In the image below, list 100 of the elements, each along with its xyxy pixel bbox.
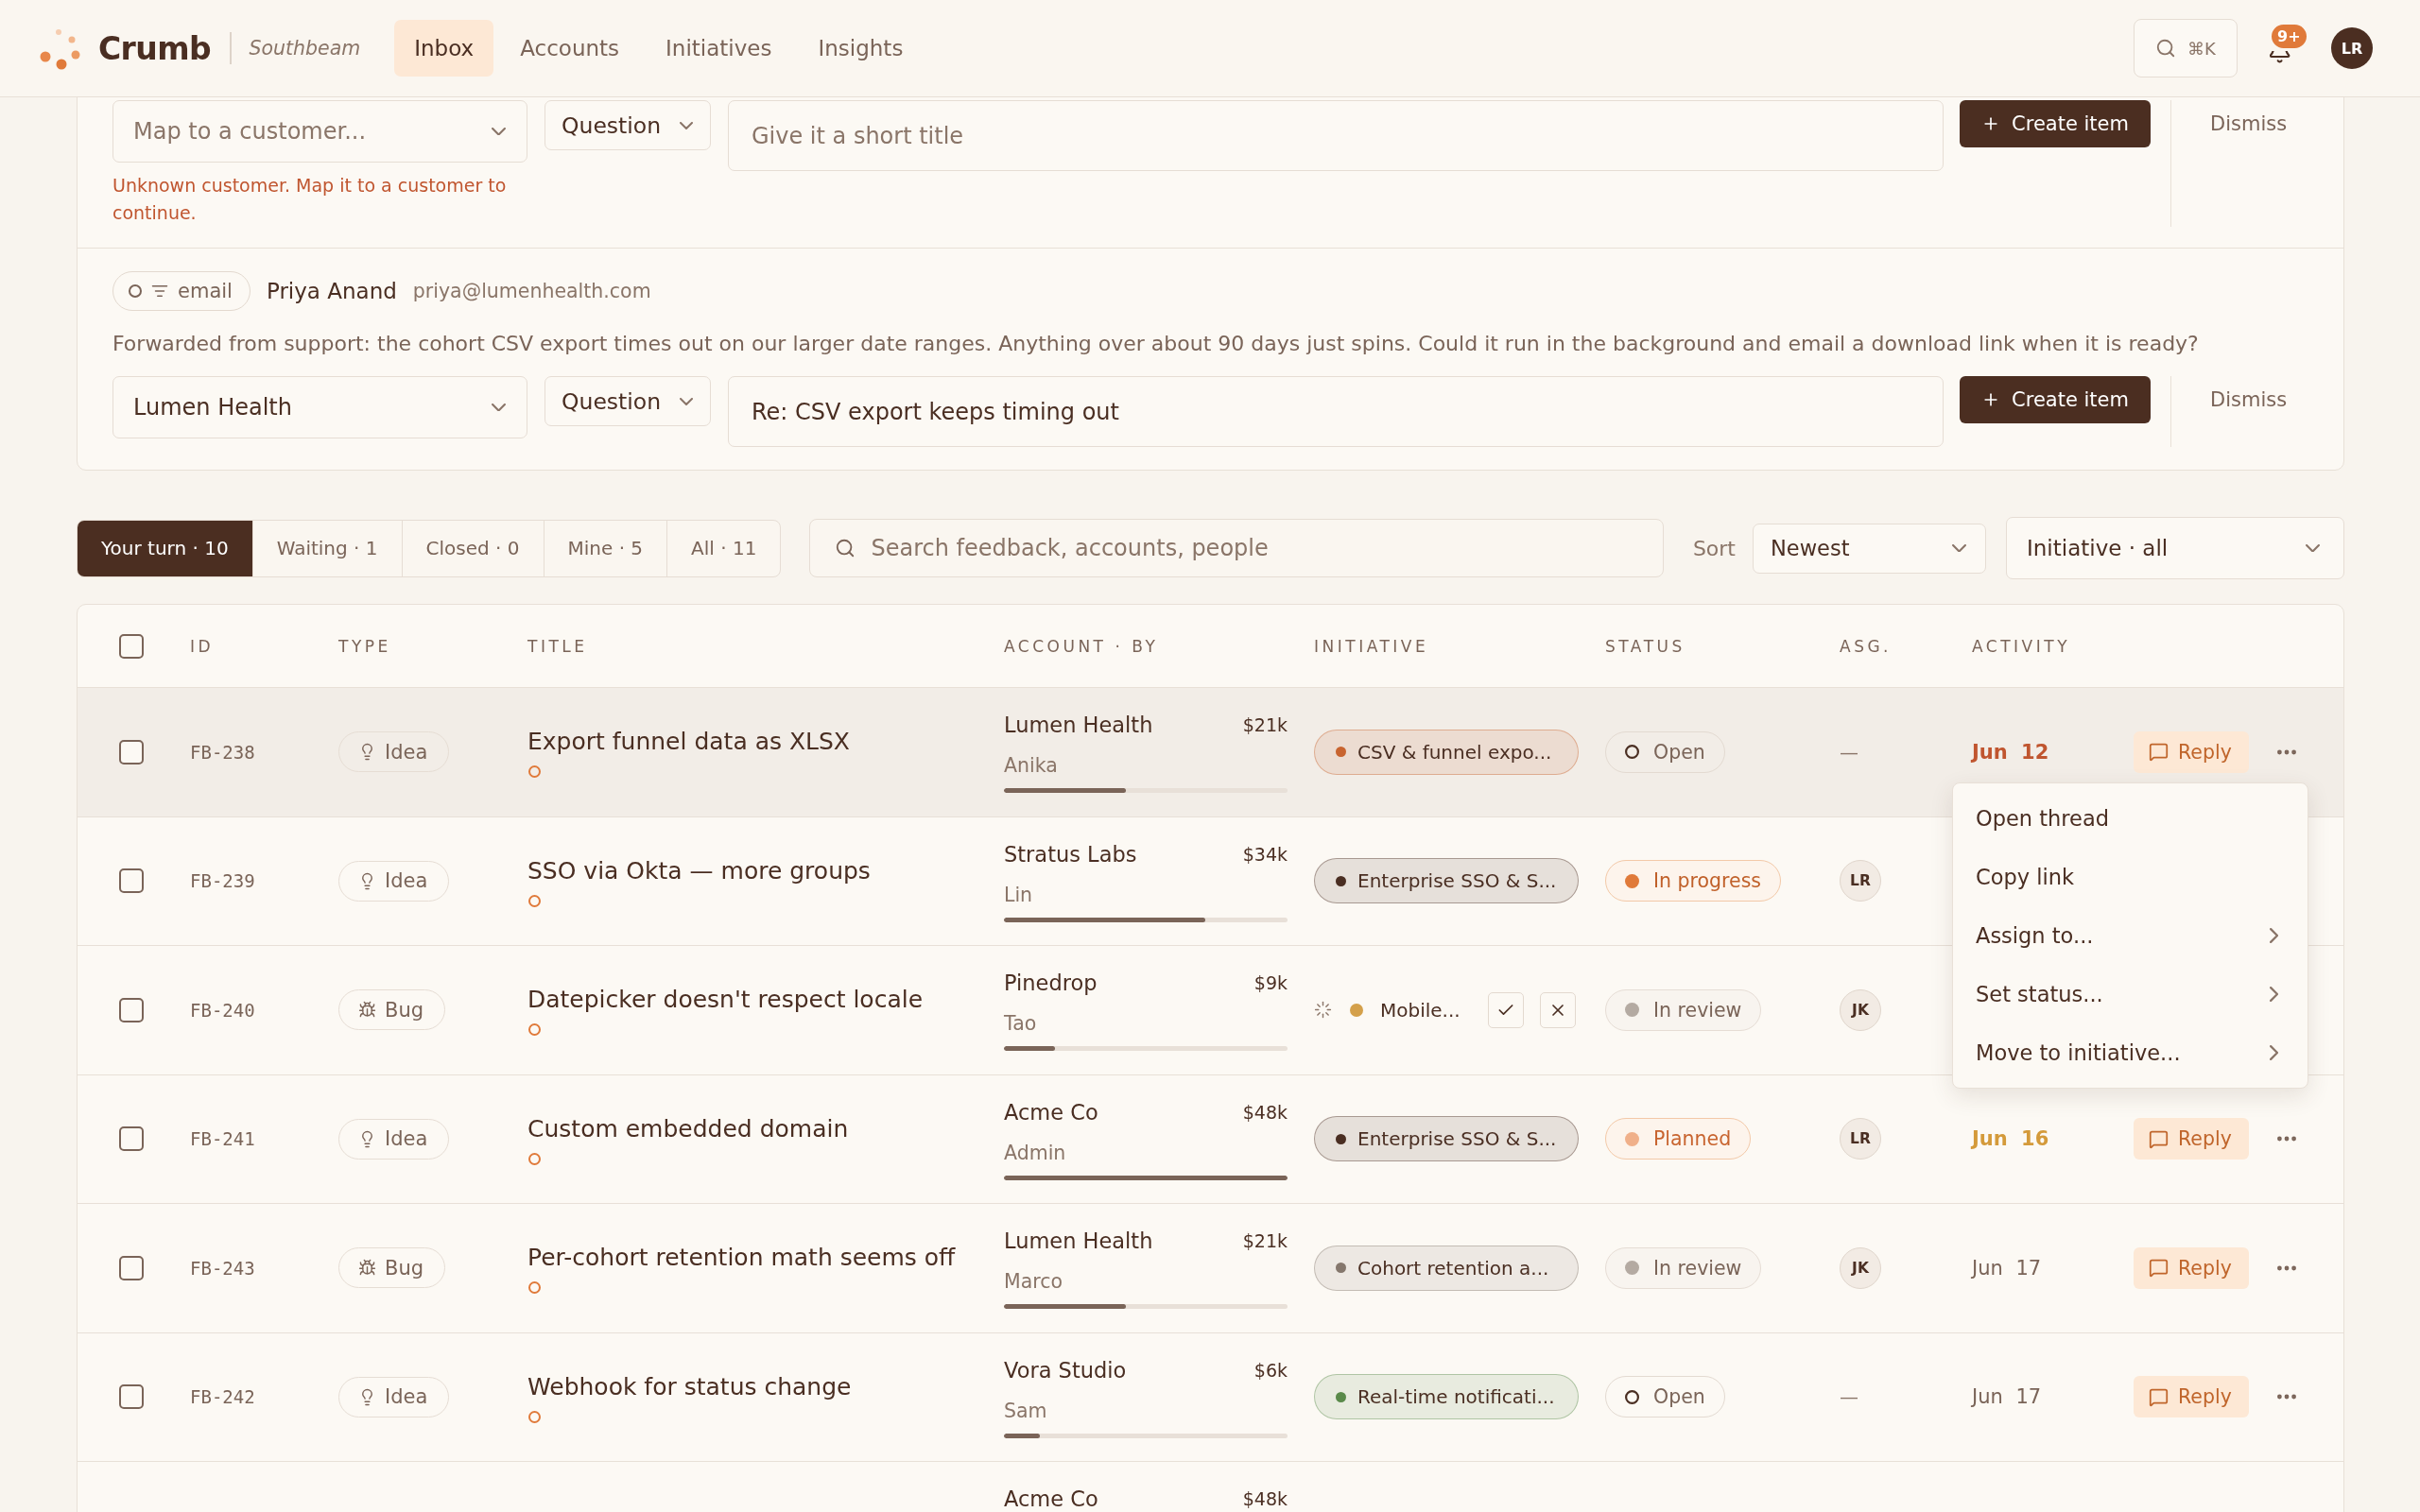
item-id: FB-238 bbox=[190, 741, 256, 763]
initiative-tag[interactable]: Enterprise SSO & S... bbox=[1314, 1116, 1579, 1162]
reporter-name: Sam bbox=[1004, 1398, 1048, 1424]
status-label: In review bbox=[1653, 1256, 1742, 1280]
item-title[interactable]: Per-cohort retention math seems off bbox=[527, 1243, 1004, 1273]
title-input[interactable]: Re: CSV export keeps timing out bbox=[728, 376, 1944, 447]
select-all-checkbox[interactable] bbox=[119, 633, 144, 659]
type-select[interactable]: Question bbox=[544, 376, 711, 426]
dismiss-button[interactable]: Dismiss bbox=[2210, 100, 2288, 147]
user-avatar[interactable]: LR bbox=[2331, 27, 2373, 69]
spinner-icon bbox=[1314, 1001, 1332, 1020]
account-name: Stratus Labs bbox=[1004, 843, 1137, 865]
reporter-name: Anika bbox=[1004, 753, 1059, 779]
initiative-label: Enterprise SSO & S... bbox=[1357, 869, 1557, 893]
row-checkbox[interactable] bbox=[119, 1126, 144, 1152]
status-dot bbox=[1625, 1261, 1639, 1276]
customer-select[interactable]: Lumen Health bbox=[112, 376, 527, 438]
sort-label: Sort bbox=[1692, 536, 1736, 560]
sender-email: priya@lumenhealth.com bbox=[412, 280, 651, 302]
activity-date: Jun 16 bbox=[1972, 1127, 2050, 1151]
row-checkbox[interactable] bbox=[119, 739, 144, 765]
dismiss-button[interactable]: Dismiss bbox=[2210, 376, 2288, 423]
ring-icon bbox=[129, 284, 142, 298]
item-id: FB-242 bbox=[190, 1386, 256, 1408]
initiative-select[interactable]: Initiative · all bbox=[2006, 517, 2344, 579]
account-value: $48k bbox=[1242, 1488, 1288, 1509]
initiative-tag[interactable]: Enterprise SSO & S... bbox=[1314, 858, 1579, 904]
unassigned-dash: — bbox=[1840, 1385, 1859, 1409]
item-title[interactable]: Datepicker doesn't respect locale bbox=[527, 985, 1004, 1015]
row-checkbox[interactable] bbox=[119, 1384, 144, 1410]
create-item-button[interactable]: Create item bbox=[1960, 100, 2151, 147]
column-header[interactable]: ID bbox=[190, 636, 338, 656]
type-label: Bug bbox=[385, 1256, 424, 1280]
initiative-tag[interactable]: Cohort retention a... bbox=[1314, 1245, 1579, 1291]
table-row[interactable]: FB-243 Bug Per-cohort retention math seems off Lumen Health $21k Marco Cohort retention a... In review JK Jun 17 Reply bbox=[78, 1204, 2343, 1333]
type-select[interactable]: Question bbox=[544, 100, 711, 150]
notification-badge: 9+ bbox=[2270, 23, 2308, 50]
column-header[interactable]: TYPE bbox=[338, 636, 527, 656]
activity-date: Jun 12 bbox=[1972, 740, 2050, 764]
nav-tab[interactable]: Accounts bbox=[500, 20, 640, 77]
account-value: $6k bbox=[1253, 1359, 1288, 1381]
workspace-name: Southbeam bbox=[249, 37, 361, 60]
chat-bubble-icon bbox=[2149, 1128, 2169, 1149]
chat-bubble-icon bbox=[2149, 742, 2169, 763]
initiative-tag[interactable]: CSV & funnel expo... bbox=[1314, 729, 1579, 775]
column-header[interactable]: INITIATIVE bbox=[1314, 636, 1605, 656]
account-name: Vora Studio bbox=[1004, 1359, 1127, 1381]
search-input[interactable]: Search feedback, accounts, people bbox=[871, 531, 1644, 565]
unassigned-dash: — bbox=[1840, 740, 1859, 764]
nav-tab[interactable]: Insights bbox=[798, 20, 924, 77]
table-row[interactable]: Acme Co $48k bbox=[78, 1462, 2343, 1512]
item-title[interactable]: Custom embedded domain bbox=[527, 1113, 1004, 1144]
filter-tab[interactable]: Closed · 0 bbox=[401, 520, 544, 576]
column-header[interactable]: STATUS bbox=[1605, 636, 1840, 656]
filter-tab[interactable]: Waiting · 1 bbox=[251, 520, 402, 576]
column-header[interactable]: ACTIVITY bbox=[1972, 636, 2134, 656]
nav-tab[interactable]: Initiatives bbox=[646, 20, 792, 77]
menu-item[interactable]: Copy link bbox=[1953, 848, 2308, 906]
item-id: FB-241 bbox=[190, 1128, 256, 1150]
row-checkbox[interactable] bbox=[119, 1255, 144, 1280]
row-checkbox[interactable] bbox=[119, 868, 144, 894]
search-field[interactable]: Search feedback, accounts, people bbox=[809, 519, 1664, 577]
status-label: Open bbox=[1653, 740, 1705, 764]
table-row[interactable]: FB-242 Idea Webhook for status change Vora Studio $6k Sam Real-time notificati... Open — Jun 17 Reply bbox=[78, 1332, 2343, 1462]
bell-icon[interactable] bbox=[2270, 51, 2290, 63]
customer-select[interactable]: Map to a customer... bbox=[112, 100, 527, 163]
search-icon bbox=[835, 538, 856, 558]
status-label: Planned bbox=[1653, 1127, 1732, 1151]
error-text: Unknown customer. Map it to a customer to continue. bbox=[112, 174, 508, 225]
column-header[interactable]: ACCOUNT · BY bbox=[1004, 636, 1314, 656]
reporter-name: Marco bbox=[1004, 1269, 1064, 1295]
filter-tab[interactable]: Your turn · 10 bbox=[78, 520, 252, 576]
item-id: FB-240 bbox=[190, 999, 256, 1021]
status-dot bbox=[1625, 1131, 1639, 1146]
filter-tab[interactable]: All · 11 bbox=[666, 520, 781, 576]
chevron-down-icon bbox=[2306, 543, 2320, 553]
initiative-tag[interactable]: Real-time notificati... bbox=[1314, 1374, 1579, 1420]
account-name: Acme Co bbox=[1004, 1488, 1098, 1509]
filter-tab[interactable]: Mine · 5 bbox=[543, 520, 667, 576]
item-title[interactable]: Export funnel data as XLSX bbox=[527, 727, 1004, 757]
ring-icon bbox=[1625, 745, 1639, 760]
menu-item[interactable]: Set status... bbox=[1953, 965, 2308, 1023]
assignee-avatar: JK bbox=[1840, 1246, 1881, 1289]
title-input[interactable]: Give it a short title bbox=[728, 100, 1944, 171]
item-id: FB-243 bbox=[190, 1257, 256, 1279]
create-item-button[interactable]: Create item bbox=[1960, 376, 2151, 423]
item-title[interactable]: SSO via Okta — more groups bbox=[527, 855, 1004, 886]
filter-icon bbox=[151, 283, 168, 300]
row-checkbox[interactable] bbox=[119, 997, 144, 1022]
column-header[interactable]: ASG. bbox=[1840, 636, 1972, 656]
item-id: FB-239 bbox=[190, 870, 256, 892]
item-title[interactable]: Webhook for status change bbox=[527, 1371, 1004, 1402]
initiative-label: Real-time notificati... bbox=[1357, 1385, 1555, 1409]
search-button[interactable]: ⌘K bbox=[2134, 19, 2238, 77]
sort-select[interactable]: Newest bbox=[1753, 523, 1986, 574]
ring-icon bbox=[1625, 1389, 1639, 1404]
column-header[interactable]: TITLE bbox=[527, 636, 1004, 656]
nav-tab[interactable]: Inbox bbox=[394, 20, 494, 77]
reject-button[interactable] bbox=[1539, 991, 1576, 1028]
account-value: $9k bbox=[1253, 972, 1288, 993]
